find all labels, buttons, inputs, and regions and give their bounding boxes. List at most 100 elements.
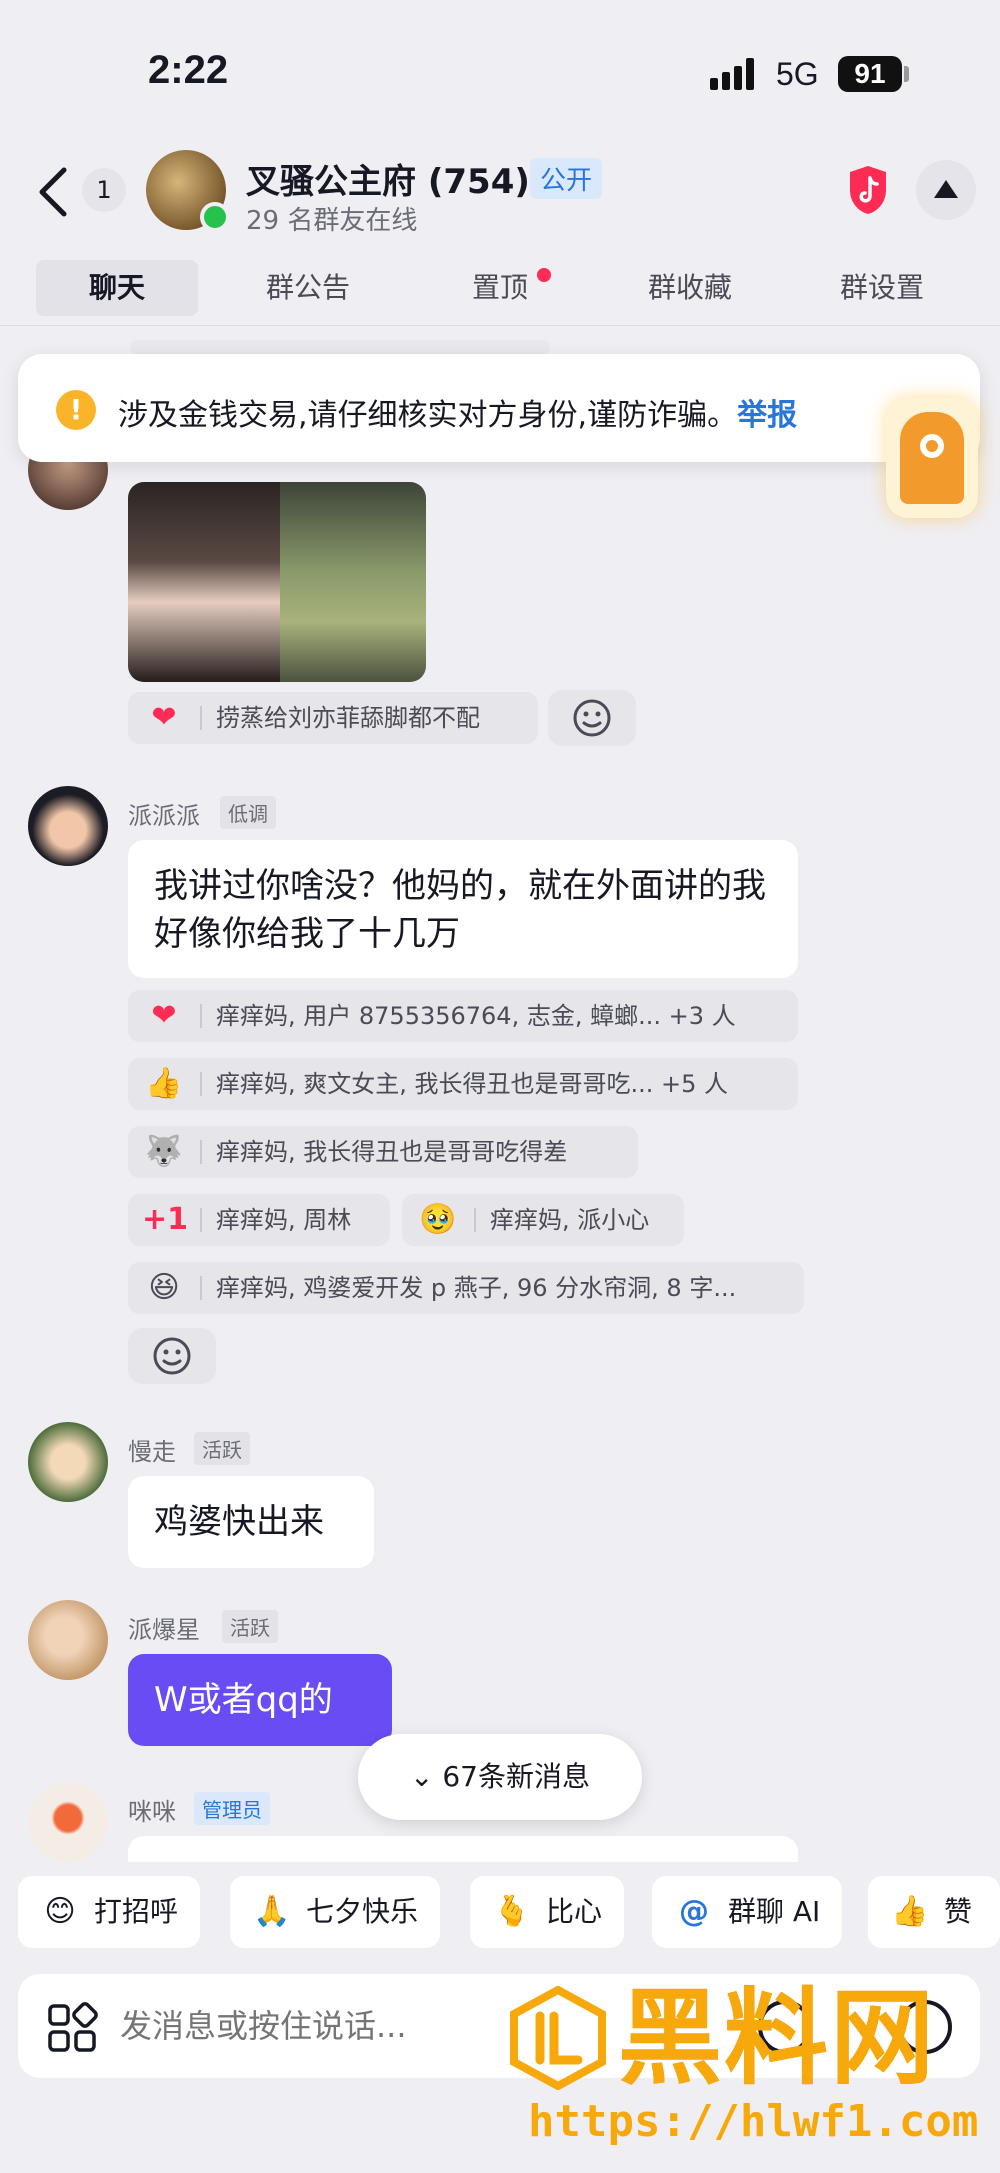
reaction-users: 痒痒妈, 派小心 [490,1206,650,1234]
thumbs-up-icon: 👍 [145,1066,183,1101]
thumbs-up-icon: 👍 [891,1894,929,1929]
message-input-bar [18,1974,980,2078]
divider [200,1072,202,1096]
reaction-users: 痒痒妈, 我长得丑也是哥哥吃得差 [216,1138,568,1166]
add-reaction-button[interactable] [548,690,636,746]
avatar[interactable] [28,1600,108,1680]
emoji-icon[interactable] [898,2000,952,2054]
watermark-url: https://hlwf1.com [528,2096,979,2147]
new-messages-button[interactable]: ⌄ 67条新消息 [358,1734,642,1820]
divider [200,1276,202,1300]
role-tag: 活跃 [222,1610,278,1643]
triangle-up-icon [934,180,958,198]
quick-actions-bar: 😊 打招呼 🙏 七夕快乐 🫰 比心 @ 群聊 AI 👍 赞 [0,1876,1000,1952]
floating-door-widget[interactable] [886,398,978,518]
quick-like-button[interactable]: 👍 赞 [868,1876,1000,1948]
plus-one-icon: +1 [142,1202,189,1237]
warning-message: 涉及金钱交易,请仔细核实对方身份,谨防诈骗。 [118,398,738,433]
tab-chat[interactable]: 聊天 [36,260,198,316]
heart-icon: ❤ [151,700,177,735]
douyin-shield-icon[interactable] [846,164,890,216]
public-tag: 公开 [530,158,603,199]
sender-name: 派爆星 [128,1616,200,1644]
quick-label: 群聊 AI [728,1895,821,1928]
reaction-pill[interactable]: 🥹 痒痒妈, 派小心 [402,1194,684,1246]
heart-icon: ❤ [151,998,177,1033]
message-bubble[interactable]: 鸡婆快出来 [128,1476,374,1568]
at-icon: @ [679,1894,709,1929]
sender-name: 派派派 [128,802,200,830]
smiley-icon [573,699,611,737]
door-ring [920,434,944,458]
warning-icon: ! [56,390,96,430]
tab-favorites[interactable]: 群收藏 [620,260,760,316]
reaction-pill[interactable]: ❤ 痒痒妈, 用户 8755356764, 志金, 蟑螂... +3 人 [128,990,798,1042]
quick-greet-button[interactable]: 😊 打招呼 [18,1876,201,1948]
fraud-warning-banner: ! 涉及金钱交易,请仔细核实对方身份,谨防诈骗。举报 [18,354,980,462]
avatar[interactable] [28,786,108,866]
new-messages-label: 67条新消息 [442,1760,590,1793]
battery-tip [904,66,909,82]
add-reaction-button[interactable] [128,1328,216,1384]
unread-badge[interactable]: 1 [82,168,126,212]
status-bar: 2:22 5G 91 [0,0,1000,140]
sender-name: 咪咪 [128,1798,176,1826]
door-icon [900,412,964,504]
heart-hand-icon: 🫰 [493,1894,531,1929]
message-input[interactable] [120,1996,540,2056]
online-count: 29 名群友在线 [246,206,418,236]
collapse-button[interactable] [916,160,976,220]
quick-heart-button[interactable]: 🫰 比心 [470,1876,625,1948]
avatar[interactable] [28,1782,108,1862]
reaction-users: 痒痒妈, 鸡婆爱开发 p 燕子, 96 分水帘洞, 8 字... [216,1274,737,1302]
photo-left [128,482,280,682]
role-tag: 低调 [220,796,276,829]
admin-tag: 管理员 [194,1792,270,1825]
message-bubble[interactable]: 我讲过你啥没？他妈的，就在外面讲的我好像你给我了十几万 [128,840,798,978]
reaction-users: 痒痒妈, 爽文女主, 我长得丑也是哥哥吃... +5 人 [216,1070,729,1098]
wave-face-icon: 😊 [44,1894,76,1929]
sender-name: 慢走 [128,1438,176,1466]
message-photo[interactable] [128,482,426,682]
reaction-pill[interactable]: 😆 痒痒妈, 鸡婆爱开发 p 燕子, 96 分水帘洞, 8 字... [128,1262,804,1314]
signal-icon [710,58,760,90]
smiley-icon [153,1337,191,1375]
back-icon[interactable] [34,166,74,218]
quick-label: 七夕快乐 [306,1895,419,1928]
tab-announcement[interactable]: 群公告 [238,260,378,316]
quick-label: 比心 [546,1895,603,1928]
photo-right [280,482,426,682]
reaction-users: 痒痒妈, 用户 8755356764, 志金, 蟑螂... +3 人 [216,1002,736,1030]
tab-settings[interactable]: 群设置 [812,260,952,316]
message-bubble-partial[interactable] [128,1836,798,1862]
status-time: 2:22 [148,48,229,92]
reaction-pill[interactable]: 🐺 痒痒妈, 我长得丑也是哥哥吃得差 [128,1126,638,1178]
husky-icon: 🐺 [145,1134,183,1169]
quick-qixi-button[interactable]: 🙏 七夕快乐 [230,1876,441,1948]
laughing-face-icon: 😆 [148,1270,180,1305]
voice-icon[interactable] [758,2000,812,2054]
network-label: 5G [776,56,819,92]
group-title[interactable]: 叉骚公主府 (754) [246,154,530,203]
online-status-dot [200,202,230,232]
apps-grid-icon[interactable] [46,2002,98,2054]
previous-reaction-peek [130,340,550,354]
divider [200,1208,202,1232]
reaction-users: 痒痒妈, 周林 [216,1206,352,1234]
avatar[interactable] [28,1422,108,1502]
message-bubble[interactable]: W或者qq的 [128,1654,392,1746]
report-link[interactable]: 举报 [737,398,797,433]
quick-ai-button[interactable]: @ 群聊 AI [652,1876,843,1948]
hands-icon: 🙏 [253,1894,291,1929]
reaction-pill[interactable]: 👍 痒痒妈, 爽文女主, 我长得丑也是哥哥吃... +5 人 [128,1058,798,1110]
divider [200,1004,202,1028]
tab-bar: 聊天 群公告 置顶 群收藏 群设置 [0,256,1000,326]
reaction-pill[interactable]: ❤ 捞蒸给刘亦菲舔脚都不配 [128,692,538,744]
divider [474,1208,476,1232]
chevron-down-icon: ⌄ [409,1760,434,1793]
quick-label: 打招呼 [94,1895,179,1928]
battery-icon: 91 [838,56,902,92]
role-tag: 活跃 [194,1432,250,1465]
reaction-pill[interactable]: +1 痒痒妈, 周林 [128,1194,390,1246]
divider [200,1140,202,1164]
